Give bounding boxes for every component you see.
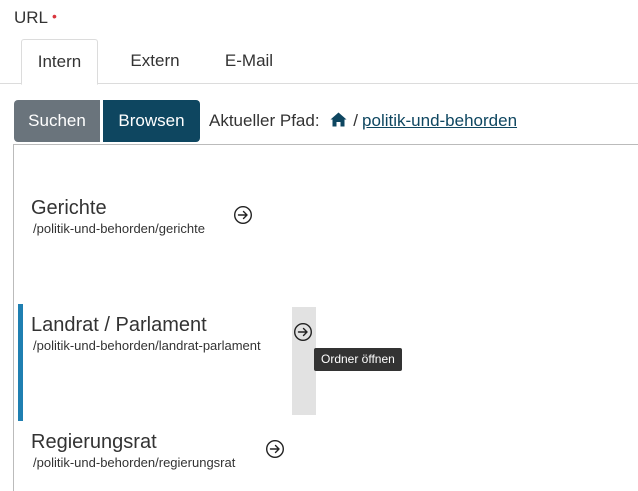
list-item[interactable]: Regierungsrat /politik-und-behorden/regi… bbox=[31, 431, 235, 470]
path-prefix: Aktueller Pfad: bbox=[209, 111, 320, 130]
tooltip: Ordner öffnen bbox=[314, 348, 402, 371]
open-folder-icon[interactable] bbox=[293, 322, 313, 342]
tab-email[interactable]: E-Mail bbox=[208, 39, 290, 84]
entry-path: /politik-und-behorden/landrat-parlament bbox=[33, 338, 261, 353]
tab-extern[interactable]: Extern bbox=[113, 39, 197, 84]
required-marker: • bbox=[52, 8, 57, 24]
url-label-text: URL bbox=[14, 8, 49, 27]
entry-path: /politik-und-behorden/regierungsrat bbox=[33, 455, 236, 470]
entry-title: Landrat / Parlament bbox=[31, 314, 207, 336]
entry-path: /politik-und-behorden/gerichte bbox=[33, 221, 205, 236]
open-folder-icon[interactable] bbox=[265, 439, 285, 459]
search-mode-button[interactable]: Suchen bbox=[14, 100, 100, 142]
home-icon[interactable] bbox=[330, 112, 347, 127]
breadcrumb: Aktueller Pfad: / politik-und-behorden bbox=[209, 111, 517, 131]
list-item[interactable]: Gerichte /politik-und-behorden/gerichte bbox=[31, 197, 205, 236]
list-item[interactable]: Landrat / Parlament /politik-und-behorde… bbox=[31, 314, 261, 353]
link-type-tabs: Intern Extern E-Mail bbox=[0, 39, 638, 85]
path-separator: / bbox=[353, 111, 359, 130]
selected-indicator bbox=[18, 304, 23, 421]
browse-mode-button[interactable]: Browsen bbox=[103, 100, 200, 142]
tab-intern[interactable]: Intern bbox=[21, 39, 98, 85]
entry-title: Gerichte bbox=[31, 197, 107, 219]
entry-title: Regierungsrat bbox=[31, 431, 157, 453]
open-folder-icon[interactable] bbox=[233, 205, 253, 225]
breadcrumb-link-current[interactable]: politik-und-behorden bbox=[362, 111, 517, 130]
url-field-label: URL • bbox=[14, 8, 57, 28]
